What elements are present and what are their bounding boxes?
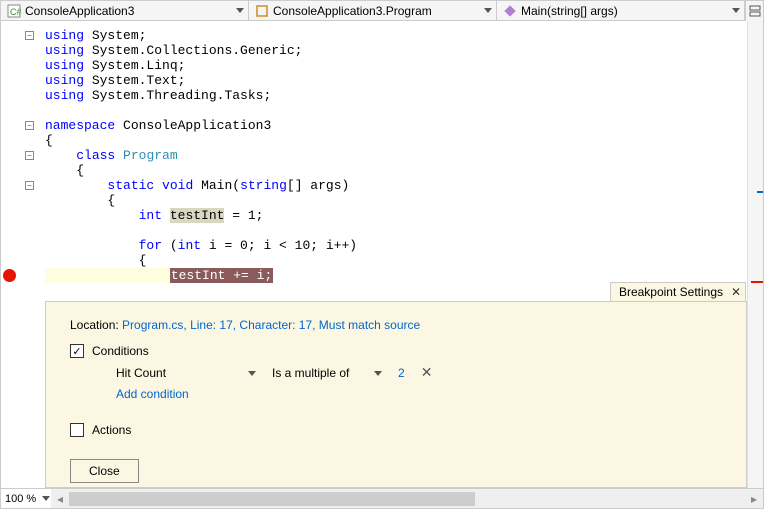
code-line: { xyxy=(45,193,747,208)
chevron-down-icon xyxy=(42,496,50,501)
code-line: using System.Threading.Tasks; xyxy=(45,88,747,103)
breakpoint-marker xyxy=(751,281,763,283)
chevron-down-icon xyxy=(732,8,740,13)
horizontal-scrollbar[interactable]: ◂ ▸ xyxy=(51,488,763,508)
location-link[interactable]: Program.cs, Line: 17, Character: 17, Mus… xyxy=(122,318,420,332)
breakpoint-gutter[interactable] xyxy=(1,21,21,489)
svg-text:C#: C# xyxy=(10,7,21,17)
code-line: for (int i = 0; i < 10; i++) xyxy=(45,238,747,253)
member-dropdown[interactable]: Main(string[] args) xyxy=(497,1,745,20)
scroll-map[interactable] xyxy=(747,21,763,489)
condition-value[interactable]: 2 xyxy=(398,366,405,380)
outline-toggle[interactable]: − xyxy=(25,151,34,160)
scroll-left-arrow[interactable]: ◂ xyxy=(51,490,69,508)
navigation-bar: C# ConsoleApplication3 ConsoleApplicatio… xyxy=(1,1,763,21)
scroll-thumb[interactable] xyxy=(69,492,475,506)
outline-toggle[interactable]: − xyxy=(25,31,34,40)
scroll-right-arrow[interactable]: ▸ xyxy=(745,490,763,508)
class-icon xyxy=(255,4,269,18)
csharp-icon: C# xyxy=(7,4,21,18)
code-line: using System; xyxy=(45,28,747,43)
outline-toggle[interactable]: − xyxy=(25,181,34,190)
outline-column[interactable]: − − − − xyxy=(21,21,45,489)
breakpoint-settings-panel: Breakpoint Settings ✕ Location: Program.… xyxy=(45,301,747,488)
condition-op-dropdown[interactable]: Is a multiple of xyxy=(272,366,382,380)
chevron-down-icon xyxy=(248,371,256,376)
condition-type-dropdown[interactable]: Hit Count xyxy=(116,366,256,380)
panel-title: Breakpoint Settings xyxy=(619,285,723,299)
scope-dropdown[interactable]: C# ConsoleApplication3 xyxy=(1,1,249,20)
breakpoint-glyph[interactable] xyxy=(3,269,16,282)
method-icon xyxy=(503,4,517,18)
conditions-label: Conditions xyxy=(92,344,149,358)
close-button[interactable]: Close xyxy=(70,459,139,483)
caret-marker xyxy=(757,191,763,193)
split-window-button[interactable] xyxy=(745,1,763,21)
conditions-checkbox[interactable]: ✓ xyxy=(70,344,84,358)
code-line: using System.Collections.Generic; xyxy=(45,43,747,58)
code-line: static void Main(string[] args) xyxy=(45,178,747,193)
close-icon[interactable]: ✕ xyxy=(731,285,741,299)
scroll-track[interactable] xyxy=(69,490,745,508)
scope-text: ConsoleApplication3 xyxy=(25,4,134,18)
actions-checkbox[interactable] xyxy=(70,423,84,437)
panel-header: Breakpoint Settings ✕ xyxy=(610,282,746,301)
actions-label: Actions xyxy=(92,423,131,437)
code-line: namespace ConsoleApplication3 xyxy=(45,118,747,133)
outline-toggle[interactable]: − xyxy=(25,121,34,130)
code-line xyxy=(45,223,747,238)
add-condition-link[interactable]: Add condition xyxy=(116,387,189,401)
location-line: Location: Program.cs, Line: 17, Characte… xyxy=(70,318,722,332)
code-line: using System.Linq; xyxy=(45,58,747,73)
code-line: { xyxy=(45,163,747,178)
code-line: using System.Text; xyxy=(45,73,747,88)
code-line: int testInt = 1; xyxy=(45,208,747,223)
code-line: { xyxy=(45,253,747,268)
condition-row: Hit Count Is a multiple of 2 ✕ xyxy=(116,364,722,381)
chevron-down-icon xyxy=(484,8,492,13)
code-line: class Program xyxy=(45,148,747,163)
zoom-dropdown[interactable]: 100 % xyxy=(1,488,51,508)
zoom-value: 100 % xyxy=(5,493,36,505)
class-text: ConsoleApplication3.Program xyxy=(273,4,432,18)
chevron-down-icon xyxy=(236,8,244,13)
location-label: Location: xyxy=(70,318,119,332)
chevron-down-icon xyxy=(374,371,382,376)
code-line: testInt += i; xyxy=(45,268,747,283)
member-text: Main(string[] args) xyxy=(521,4,618,18)
class-dropdown[interactable]: ConsoleApplication3.Program xyxy=(249,1,497,20)
code-line xyxy=(45,103,747,118)
remove-condition-button[interactable]: ✕ xyxy=(421,364,433,381)
code-line: { xyxy=(45,133,747,148)
